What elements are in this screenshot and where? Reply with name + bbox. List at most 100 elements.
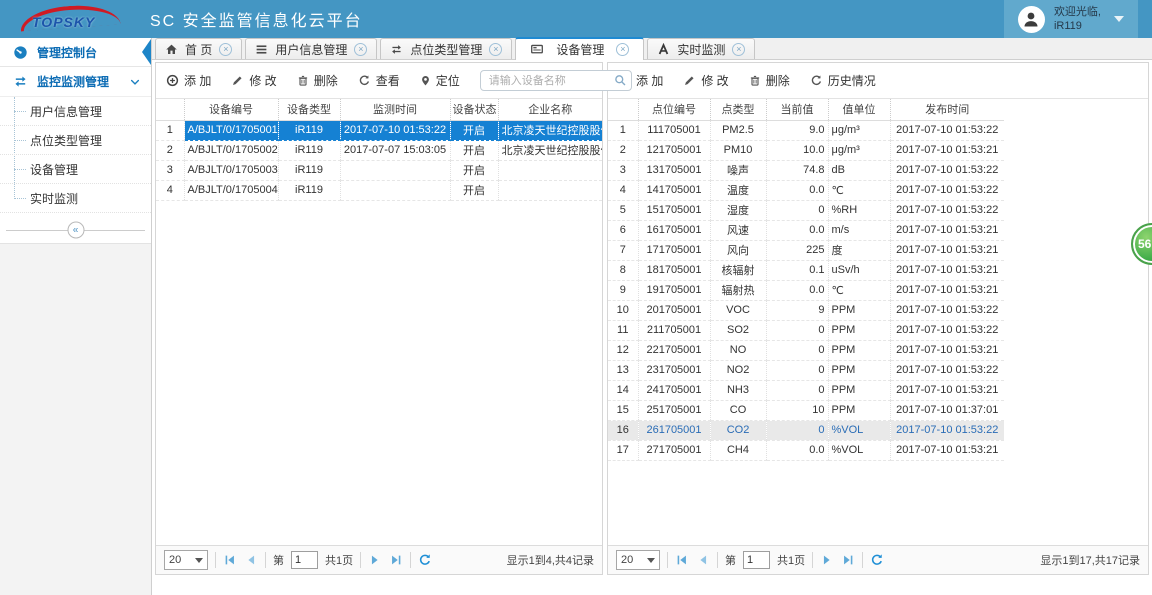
add-button[interactable]: 添 加 (166, 72, 211, 89)
close-icon[interactable]: × (219, 42, 233, 56)
button-label: 历史情况 (827, 74, 876, 88)
table-cell: 核辐射 (710, 260, 767, 281)
table-row[interactable]: 17 271705001 CH4 0.0 %VOL 2017-07-10 01:53:21 (608, 440, 1004, 461)
page-number-input[interactable] (743, 551, 770, 569)
column-header[interactable]: 点位编号 (638, 99, 711, 121)
next-page-button[interactable] (368, 553, 382, 567)
column-header[interactable]: 监测时间 (340, 99, 451, 121)
edit-button[interactable]: 修 改 (231, 72, 277, 89)
table-row[interactable]: 1 111705001 PM2.5 9.0 μg/m³ 2017-07-10 01:53:… (608, 120, 1004, 141)
search-input[interactable] (479, 70, 632, 91)
close-icon[interactable]: × (616, 43, 630, 56)
prev-page-button[interactable] (244, 553, 258, 567)
tab-label: 设备管理 (556, 43, 605, 57)
table-row[interactable]: 11 211705001 SO2 0 PPM 2017-07-10 01:53:22 (608, 320, 1004, 341)
tab-user-info[interactable]: 用户信息管理 × (245, 38, 378, 59)
page-title: SC 安全监管信息化云平台 (150, 13, 363, 30)
tab-device-mgmt[interactable]: 设备管理 × (515, 37, 645, 60)
table-cell: 9.0 (766, 120, 829, 141)
table-row[interactable]: 2 121705001 PM10 10.0 μg/m³ 2017-07-10 01:53:… (608, 140, 1004, 161)
user-greeting: 欢迎光临, iR119 (1054, 5, 1101, 34)
prev-page-button[interactable] (696, 553, 710, 567)
table-cell: 2017-07-10 01:53:21 (890, 140, 1004, 161)
table-row[interactable]: 3 131705001 噪声 74.8 dB 2017-07-10 01:53:22 (608, 160, 1004, 181)
page-size-select[interactable]: 20 (616, 550, 660, 570)
sidebar-item-monitor-mgmt[interactable]: 监控监测管理 (0, 67, 151, 97)
table-row[interactable]: 3 A/BJLT/0/1705003 iR119 开启 (156, 160, 602, 181)
table-row[interactable]: 4 A/BJLT/0/1705004 iR119 开启 (156, 180, 602, 201)
table-cell: 231705001 (638, 360, 711, 381)
tab-realtime-monitor[interactable]: 实时监测 × (647, 38, 756, 59)
refresh-button[interactable] (418, 553, 432, 567)
view-button[interactable]: 查看 (358, 72, 400, 89)
table-cell: 141705001 (638, 180, 711, 201)
table-row[interactable]: 12 221705001 NO 0 PPM 2017-07-10 01:53:21 (608, 340, 1004, 361)
table-cell: 201705001 (638, 300, 711, 321)
row-number-header[interactable] (156, 99, 185, 121)
row-number-header[interactable] (608, 99, 639, 121)
tab-point-type[interactable]: 点位类型管理 × (380, 38, 513, 59)
table-row[interactable]: 7 171705001 风向 225 度 2017-07-10 01:53:21 (608, 240, 1004, 261)
sidebar-empty-area (0, 243, 151, 595)
table-row[interactable]: 5 151705001 湿度 0 %RH 2017-07-10 01:53:22 (608, 200, 1004, 221)
collapse-sidebar-button[interactable]: « (67, 221, 84, 239)
last-page-button[interactable] (841, 553, 855, 567)
locate-button[interactable]: 定位 (420, 72, 460, 89)
table-cell: uSv/h (828, 260, 891, 281)
table-row[interactable]: 6 161705001 风速 0.0 m/s 2017-07-10 01:53:21 (608, 220, 1004, 241)
close-icon[interactable]: × (732, 42, 746, 56)
next-page-button[interactable] (820, 553, 834, 567)
page-size-select[interactable]: 20 (164, 550, 208, 570)
tab-home[interactable]: 首 页 × (155, 38, 243, 59)
search-icon[interactable] (614, 74, 627, 87)
table-row[interactable]: 4 141705001 温度 0.0 ℃ 2017-07-10 01:53:22 (608, 180, 1004, 201)
table-row[interactable]: 10 201705001 VOC 9 PPM 2017-07-10 01:53:22 (608, 300, 1004, 321)
table-row[interactable]: 2 A/BJLT/0/1705002 iR119 2017-07-07 15:03:0… (156, 140, 602, 161)
delete-button[interactable]: 删除 (297, 72, 338, 89)
column-header[interactable]: 设备编号 (184, 99, 279, 121)
sidebar-item-device-mgmt[interactable]: 设备管理 (0, 155, 151, 184)
divider (667, 552, 668, 568)
table-row[interactable]: 1 A/BJLT/0/1705001 iR119 2017-07-10 01:53:2… (156, 120, 602, 141)
first-page-button[interactable] (675, 553, 689, 567)
table-cell: PPM (828, 340, 891, 361)
column-header[interactable]: 值单位 (828, 99, 891, 121)
user-menu[interactable]: 欢迎光临, iR119 (1003, 0, 1138, 38)
last-page-button[interactable] (389, 553, 403, 567)
column-header[interactable]: 设备状态 (450, 99, 499, 121)
row-number: 14 (608, 380, 639, 401)
page-number-input[interactable] (291, 551, 318, 569)
table-row[interactable]: 16 261705001 CO2 0 %VOL 2017-07-10 01:53:22 (608, 420, 1004, 441)
button-label: 删除 (313, 74, 338, 88)
table-cell: 131705001 (638, 160, 711, 181)
table-row[interactable]: 15 251705001 CO 10 PPM 2017-07-10 01:37:01 (608, 400, 1004, 421)
close-icon[interactable]: × (489, 42, 503, 56)
table-cell: 0 (766, 360, 829, 381)
column-header[interactable]: 点类型 (710, 99, 767, 121)
close-icon[interactable]: × (354, 42, 368, 56)
column-header[interactable]: 发布时间 (890, 99, 1004, 121)
row-number: 15 (608, 400, 639, 421)
sidebar-item-point-type[interactable]: 点位类型管理 (0, 126, 151, 155)
table-cell: iR119 (278, 180, 341, 201)
table-row[interactable]: 14 241705001 NH3 0 PPM 2017-07-10 01:53:21 (608, 380, 1004, 401)
refresh-button[interactable] (870, 553, 884, 567)
table-row[interactable]: 9 191705001 辐射热 0.0 ℃ 2017-07-10 01:53:21 (608, 280, 1004, 301)
history-button[interactable]: 历史情况 (810, 72, 876, 89)
column-header[interactable]: 设备类型 (278, 99, 341, 121)
column-header[interactable]: 当前值 (766, 99, 829, 121)
edit-button[interactable]: 修 改 (683, 72, 729, 89)
sidebar-section-label: 监控监测管理 (37, 75, 110, 89)
table-cell: 2017-07-10 01:53:22 (890, 320, 1004, 341)
table-cell: CH4 (710, 440, 767, 461)
table-row[interactable]: 8 181705001 核辐射 0.1 uSv/h 2017-07-10 01:53:21 (608, 260, 1004, 281)
sidebar-item-user-info[interactable]: 用户信息管理 (0, 97, 151, 126)
column-header[interactable]: 企业名称 (498, 99, 602, 121)
sidebar-item-realtime[interactable]: 实时监测 (0, 184, 151, 213)
table-cell: 0 (766, 340, 829, 361)
first-page-button[interactable] (223, 553, 237, 567)
table-row[interactable]: 13 231705001 NO2 0 PPM 2017-07-10 01:53:22 (608, 360, 1004, 381)
table-cell: 2017-07-10 01:53:21 (890, 340, 1004, 361)
sidebar-item-console[interactable]: 管理控制台 (0, 38, 151, 67)
delete-button[interactable]: 删除 (749, 72, 790, 89)
